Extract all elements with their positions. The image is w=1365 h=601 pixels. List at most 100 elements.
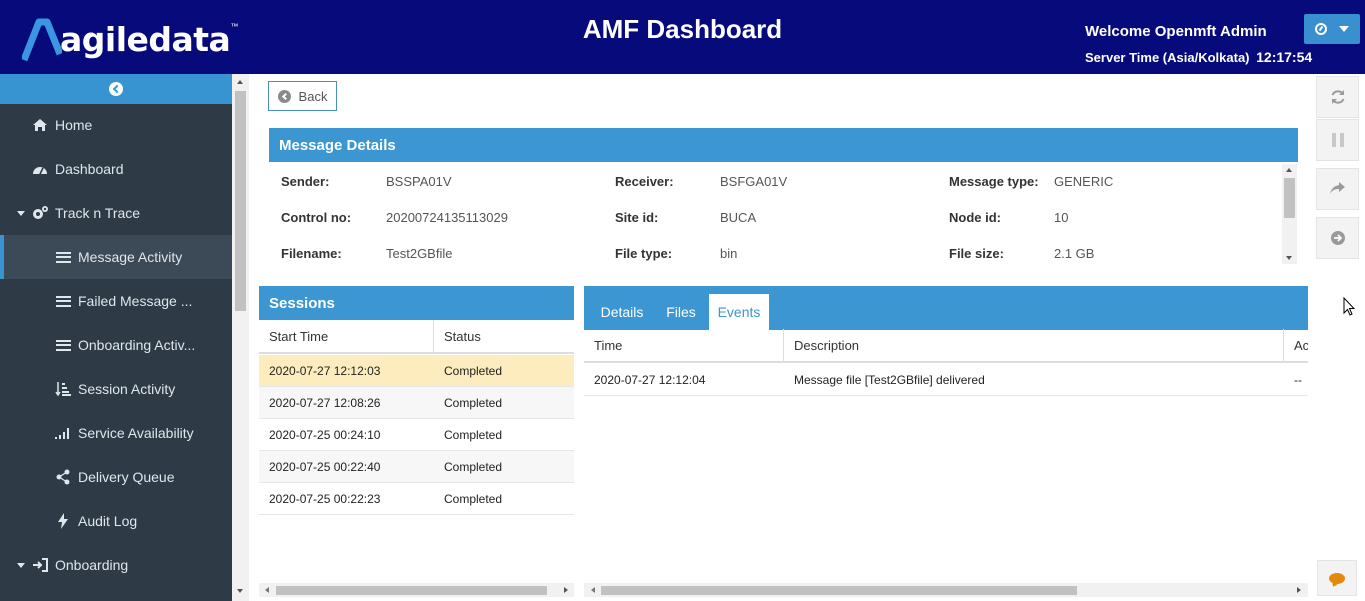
sidebar-item-label: Failed Message ...: [78, 293, 193, 309]
scroll-down-arrow-icon[interactable]: [1286, 256, 1292, 260]
message-details-title: Message Details: [279, 136, 396, 154]
sessions-header: Sessions: [259, 286, 574, 320]
message-type-label: Message type:: [949, 174, 1039, 189]
sidebar-item-failed-message[interactable]: Failed Message ...: [0, 279, 232, 323]
session-start-time: 2020-07-25 00:24:10: [269, 427, 381, 442]
server-time-label: Server Time (Asia/Kolkata): [1085, 50, 1250, 65]
sidebar-item-delivery-queue[interactable]: Delivery Queue: [0, 455, 232, 499]
sidebar-item-label: Dashboard: [55, 161, 124, 177]
action-column-header[interactable]: Ac: [1284, 338, 1308, 353]
back-button[interactable]: Back: [268, 81, 337, 111]
sessions-horizontal-scrollbar[interactable]: [259, 583, 574, 597]
sidebar-item-label: Message Activity: [78, 249, 183, 265]
scrollbar-thumb[interactable]: [235, 91, 246, 311]
pause-button[interactable]: [1316, 119, 1359, 161]
sort-amount-icon: [54, 381, 72, 397]
chat-button[interactable]: [1317, 560, 1357, 596]
mouse-cursor-icon: [1343, 297, 1355, 316]
sidebar-item-label: Onboarding: [55, 557, 129, 573]
scroll-up-arrow-icon[interactable]: [237, 80, 243, 84]
bars-icon: [54, 295, 72, 307]
session-start-time: 2020-07-25 00:22:40: [269, 459, 381, 474]
message-details-grid: Sender: BSSPA01V Receiver: BSFGA01V Mess…: [269, 162, 1298, 266]
home-icon: [31, 118, 49, 132]
event-time: 2020-07-27 12:12:04: [594, 372, 706, 387]
sidebar-item-label: Session Activity: [78, 381, 176, 397]
scroll-left-arrow-icon[interactable]: [591, 587, 595, 593]
table-row[interactable]: 2020-07-25 00:22:23 Completed: [259, 483, 574, 515]
file-type-value: bin: [720, 246, 738, 261]
welcome-text: Welcome Openmft Admin: [1085, 23, 1267, 40]
table-row[interactable]: 2020-07-27 12:08:26 Completed: [259, 387, 574, 419]
share-button[interactable]: [1316, 168, 1359, 210]
filename-label: Filename:: [281, 246, 342, 261]
sidebar-scrollbar[interactable]: [232, 74, 249, 601]
pause-icon: [1331, 133, 1344, 147]
sidebar-item-audit-log[interactable]: Audit Log: [0, 499, 232, 543]
sidebar-collapse-button[interactable]: [0, 74, 232, 104]
start-time-column-header[interactable]: Start Time: [259, 320, 434, 353]
caret-down-icon: [17, 562, 25, 568]
user-menu-button[interactable]: [1304, 14, 1360, 44]
sidebar-item-home[interactable]: Home: [0, 103, 232, 147]
dashboard-icon: [31, 162, 49, 176]
sessions-table-header: Start Time Status: [259, 320, 574, 354]
scrollbar-thumb[interactable]: [276, 586, 547, 595]
table-row[interactable]: 2020-07-25 00:22:40 Completed: [259, 451, 574, 483]
session-status: Completed: [444, 363, 503, 378]
tab-files[interactable]: Files: [656, 294, 706, 330]
description-column-header[interactable]: Description: [784, 329, 1284, 362]
receiver-label: Receiver:: [615, 174, 674, 189]
filename-value: Test2GBfile: [386, 246, 453, 261]
share-icon: [1329, 182, 1345, 194]
dashboard-gauge-icon: [1315, 23, 1327, 35]
session-status: Completed: [444, 427, 503, 442]
bars-icon: [54, 339, 72, 351]
sidebar-item-service-availability[interactable]: Service Availability: [0, 411, 232, 455]
refresh-button[interactable]: [1316, 76, 1359, 118]
time-column-header[interactable]: Time: [584, 329, 784, 362]
node-id-label: Node id:: [949, 210, 1001, 225]
chevron-circle-left-icon: [277, 89, 291, 103]
scroll-right-arrow-icon[interactable]: [564, 587, 568, 593]
sidebar-item-onboarding-activity[interactable]: Onboarding Activ...: [0, 323, 232, 367]
sidebar-item-dashboard[interactable]: Dashboard: [0, 147, 232, 191]
session-status: Completed: [444, 459, 503, 474]
events-horizontal-scrollbar[interactable]: [584, 583, 1308, 597]
scroll-up-arrow-icon[interactable]: [1286, 168, 1292, 172]
scrollbar-thumb[interactable]: [1284, 178, 1295, 218]
event-action: --: [1294, 372, 1302, 387]
sidebar-item-track-n-trace[interactable]: Track n Trace: [0, 191, 232, 235]
share-alt-icon: [54, 469, 72, 485]
comment-icon: [1329, 572, 1345, 584]
sessions-title: Sessions: [269, 294, 335, 312]
tab-details[interactable]: Details: [592, 294, 652, 330]
sidebar-item-label: Delivery Queue: [78, 469, 175, 485]
server-time-clock: 12:17:54: [1256, 49, 1313, 65]
scrollbar-thumb[interactable]: [601, 586, 1077, 595]
details-scrollbar[interactable]: [1282, 164, 1297, 264]
server-time: Server Time (Asia/Kolkata) 12:17:54: [1085, 49, 1312, 65]
events-table-header: Time Description Ac: [584, 329, 1308, 363]
tab-events[interactable]: Events: [709, 294, 769, 330]
scroll-left-arrow-icon[interactable]: [265, 587, 269, 593]
message-type-value: GENERIC: [1054, 174, 1114, 189]
table-row[interactable]: 2020-07-27 12:12:03 Completed: [259, 355, 574, 387]
file-type-label: File type:: [615, 246, 673, 261]
scroll-down-arrow-icon[interactable]: [237, 589, 243, 593]
refresh-icon: [1331, 90, 1344, 104]
table-row[interactable]: 2020-07-25 00:24:10 Completed: [259, 419, 574, 451]
status-column-header[interactable]: Status: [434, 329, 574, 344]
sidebar-item-label: Service Availability: [78, 425, 194, 441]
caret-down-icon: [17, 210, 25, 216]
sidebar-item-onboarding[interactable]: Onboarding: [0, 543, 232, 587]
detail-tabs-bar: Details Files Events: [584, 286, 1308, 330]
bolt-icon: [54, 513, 72, 529]
scroll-right-arrow-icon[interactable]: [1297, 587, 1301, 593]
sidebar-item-message-activity[interactable]: Message Activity: [0, 235, 232, 279]
table-row[interactable]: 2020-07-27 12:12:04 Message file [Test2G…: [584, 364, 1308, 396]
session-start-time: 2020-07-27 12:12:03: [269, 363, 381, 378]
control-no-label: Control no:: [281, 210, 352, 225]
next-button[interactable]: [1316, 217, 1359, 259]
sidebar-item-session-activity[interactable]: Session Activity: [0, 367, 232, 411]
